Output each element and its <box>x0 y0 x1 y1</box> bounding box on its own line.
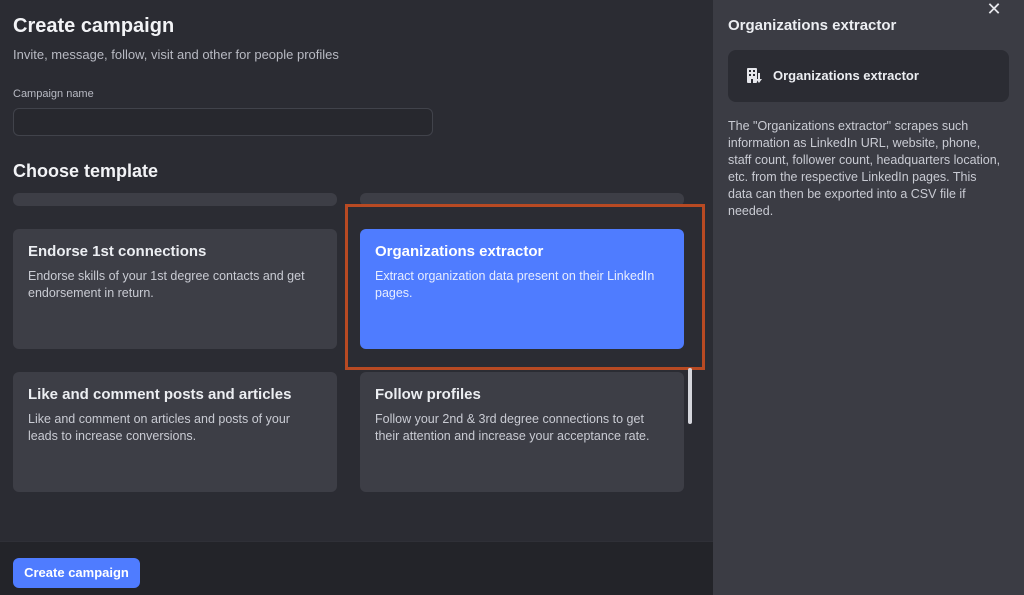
template-card-description: Endorse skills of your 1st degree contac… <box>28 269 305 300</box>
form-footer: Create campaign <box>0 541 713 595</box>
page-subtitle: Invite, message, follow, visit and other… <box>13 47 339 62</box>
template-card-title: Follow profiles <box>375 386 481 403</box>
template-grid[interactable]: Endorse 1st connections Endorse skills o… <box>0 193 713 543</box>
template-card-title: Like and comment posts and articles <box>28 386 292 403</box>
campaign-name-label: Campaign name <box>13 88 94 100</box>
create-campaign-button[interactable]: Create campaign <box>13 558 140 588</box>
template-card-description: Like and comment on articles and posts o… <box>28 412 290 443</box>
detail-panel-title: Organizations extractor <box>728 17 897 34</box>
template-card-description: Extract organization data present on the… <box>375 269 655 300</box>
create-campaign-form: Create campaign Invite, message, follow,… <box>0 0 713 595</box>
template-grid-scrollbar[interactable] <box>688 368 692 424</box>
template-card-organizations-extractor[interactable]: Organizations extractor Extract organiza… <box>360 229 684 349</box>
template-card-title: Endorse 1st connections <box>28 243 207 260</box>
detail-template-card: Organizations extractor <box>728 50 1009 102</box>
choose-template-title: Choose template <box>13 161 159 181</box>
building-download-icon <box>747 68 762 83</box>
template-card-partial[interactable] <box>360 193 684 206</box>
campaign-name-input[interactable] <box>13 108 433 136</box>
template-card-endorse[interactable]: Endorse 1st connections Endorse skills o… <box>13 229 337 349</box>
template-card-like-comment[interactable]: Like and comment posts and articles Like… <box>13 372 337 492</box>
detail-card-title: Organizations extractor <box>773 68 919 83</box>
template-detail-panel: Organizations extractor ✕ Organizations … <box>713 0 1024 595</box>
template-card-follow-profiles[interactable]: Follow profiles Follow your 2nd & 3rd de… <box>360 372 684 492</box>
template-card-title: Organizations extractor <box>375 243 544 260</box>
template-card-description: Follow your 2nd & 3rd degree connections… <box>375 412 650 443</box>
template-card-partial[interactable] <box>13 193 337 206</box>
close-icon[interactable]: ✕ <box>983 0 1005 18</box>
page-title: Create campaign <box>13 15 175 37</box>
detail-description: The "Organizations extractor" scrapes su… <box>728 119 1001 218</box>
